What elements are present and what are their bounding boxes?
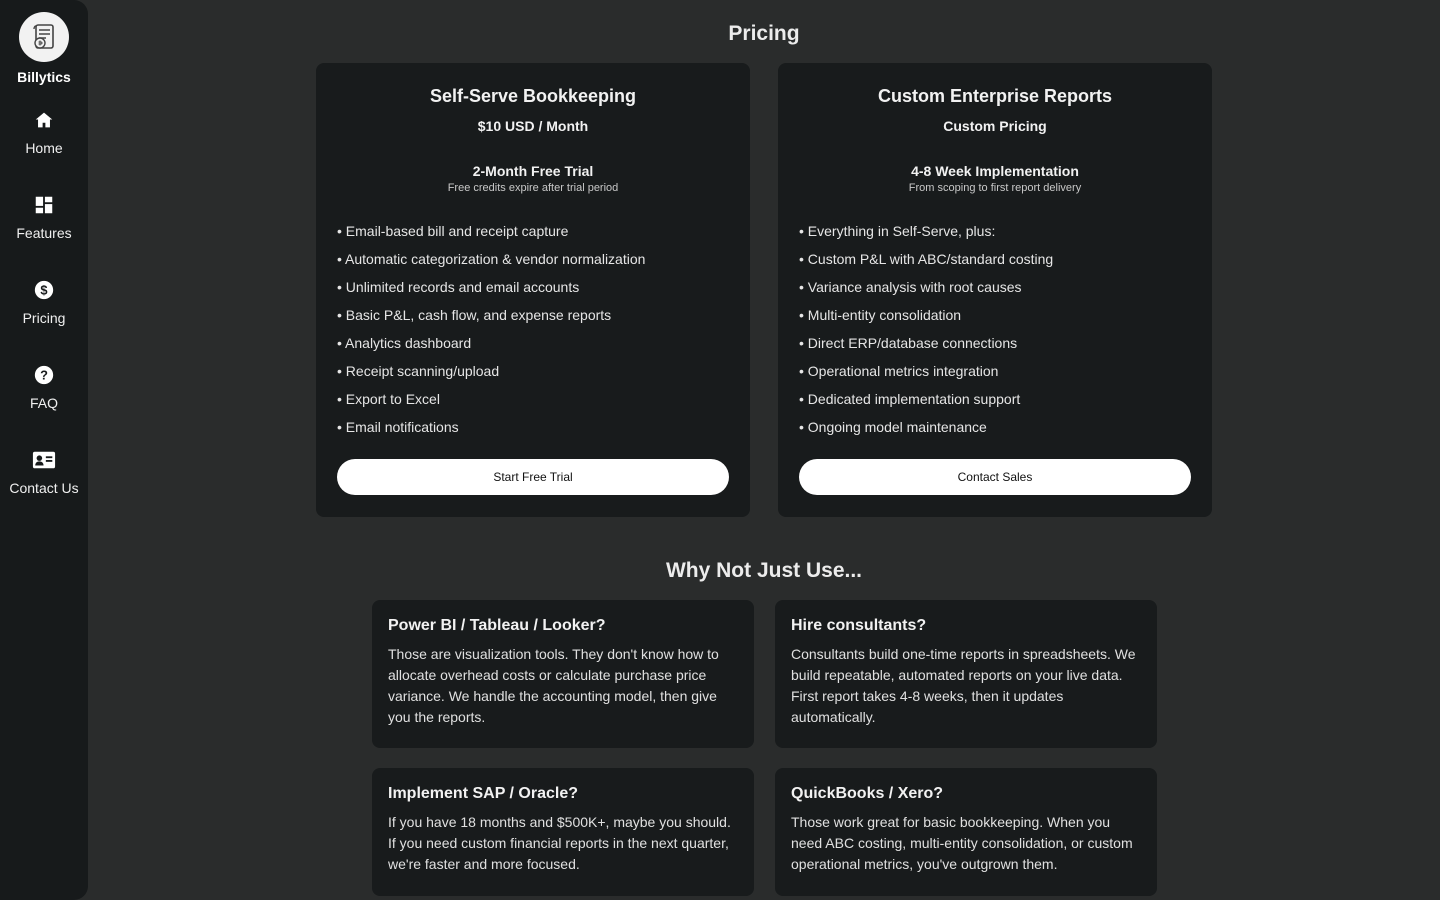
comparison-card-text: Those are visualization tools. They don'…	[388, 646, 719, 725]
feature-item: Export to Excel	[337, 389, 645, 417]
feature-item: Variance analysis with root causes	[799, 277, 1053, 305]
contact-sales-button[interactable]: Contact Sales	[799, 459, 1191, 495]
feature-item: Unlimited records and email accounts	[337, 277, 645, 305]
feature-item: Custom P&L with ABC/standard costing	[799, 249, 1053, 277]
feature-item: Direct ERP/database connections	[799, 333, 1053, 361]
comparison-card-text: If you have 18 months and $500K+, maybe …	[388, 814, 731, 872]
sidebar-item-contact-us[interactable]: Contact Us	[0, 448, 88, 518]
sidebar: Billytics Home Features $ Pricing ? FAQ …	[0, 0, 88, 900]
logo[interactable]	[19, 12, 69, 62]
feature-item: Ongoing model maintenance	[799, 417, 1053, 445]
comparison-card-quickbooks: QuickBooks / Xero? Those work great for …	[775, 768, 1157, 896]
svg-text:?: ?	[40, 368, 48, 383]
sidebar-item-label: Pricing	[22, 310, 66, 326]
feature-item: Email-based bill and receipt capture	[337, 221, 645, 249]
plan-price: $10 USD / Month	[477, 118, 589, 134]
contact-card-icon	[32, 448, 56, 472]
brand-name: Billytics	[17, 69, 71, 85]
receipt-logo-icon	[33, 24, 54, 49]
sidebar-item-features[interactable]: Features	[0, 193, 88, 263]
plan-card-self-serve: Self-Serve Bookkeeping $10 USD / Month 2…	[316, 63, 750, 517]
plan-card-enterprise: Custom Enterprise Reports Custom Pricing…	[778, 63, 1212, 517]
sidebar-item-label: Features	[16, 225, 72, 241]
plan-price: Custom Pricing	[943, 118, 1047, 134]
plan-name: Custom Enterprise Reports	[877, 86, 1113, 106]
dashboard-icon	[32, 193, 56, 217]
plan-trial: 4-8 Week Implementation	[911, 163, 1079, 179]
svg-text:$: $	[40, 283, 47, 298]
plan-name: Self-Serve Bookkeeping	[429, 86, 637, 106]
plan-trial: 2-Month Free Trial	[472, 163, 594, 179]
feature-item: Everything in Self-Serve, plus:	[799, 221, 1053, 249]
feature-list: Everything in Self-Serve, plus: Custom P…	[799, 221, 1053, 445]
comparison-card-title: Hire consultants?	[791, 617, 927, 634]
feature-item: Multi-entity consolidation	[799, 305, 1053, 333]
comparison-card-text: Those work great for basic bookkeeping. …	[791, 814, 1133, 872]
sidebar-item-label: FAQ	[29, 395, 58, 411]
page-title: Pricing	[728, 22, 800, 45]
comparison-card-title: QuickBooks / Xero?	[791, 785, 944, 802]
feature-item: Receipt scanning/upload	[337, 361, 645, 389]
feature-item: Operational metrics integration	[799, 361, 1053, 389]
sidebar-item-pricing[interactable]: $ Pricing	[0, 278, 88, 348]
comparison-card-consultants: Hire consultants? Consultants build one-…	[775, 600, 1157, 748]
plan-trial-note: Free credits expire after trial period	[447, 182, 619, 194]
comparison-card-text: Consultants build one-time reports in sp…	[791, 646, 1136, 725]
feature-item: Automatic categorization & vendor normal…	[337, 249, 645, 277]
feature-item: Dedicated implementation support	[799, 389, 1053, 417]
main-content: Pricing Self-Serve Bookkeeping $10 USD /…	[88, 0, 1440, 900]
help-icon: ?	[32, 363, 56, 387]
feature-list: Email-based bill and receipt capture Aut…	[337, 221, 645, 445]
comparison-card-title: Implement SAP / Oracle?	[388, 785, 578, 802]
dollar-icon: $	[32, 278, 56, 302]
sidebar-item-label: Contact Us	[9, 480, 79, 496]
feature-item: Email notifications	[337, 417, 645, 445]
comparison-card-bi-tools: Power BI / Tableau / Looker? Those are v…	[372, 600, 754, 748]
start-free-trial-button[interactable]: Start Free Trial	[337, 459, 729, 495]
sidebar-item-label: Home	[25, 140, 63, 156]
plan-trial-note: From scoping to first report delivery	[908, 182, 1082, 194]
feature-item: Analytics dashboard	[337, 333, 645, 361]
comparison-card-title: Power BI / Tableau / Looker?	[388, 617, 606, 634]
sidebar-item-faq[interactable]: ? FAQ	[0, 363, 88, 433]
home-icon	[32, 108, 56, 132]
feature-item: Basic P&L, cash flow, and expense report…	[337, 305, 645, 333]
comparison-section-title: Why Not Just Use...	[665, 559, 863, 582]
sidebar-item-home[interactable]: Home	[0, 108, 88, 178]
comparison-card-erp: Implement SAP / Oracle? If you have 18 m…	[372, 768, 754, 896]
